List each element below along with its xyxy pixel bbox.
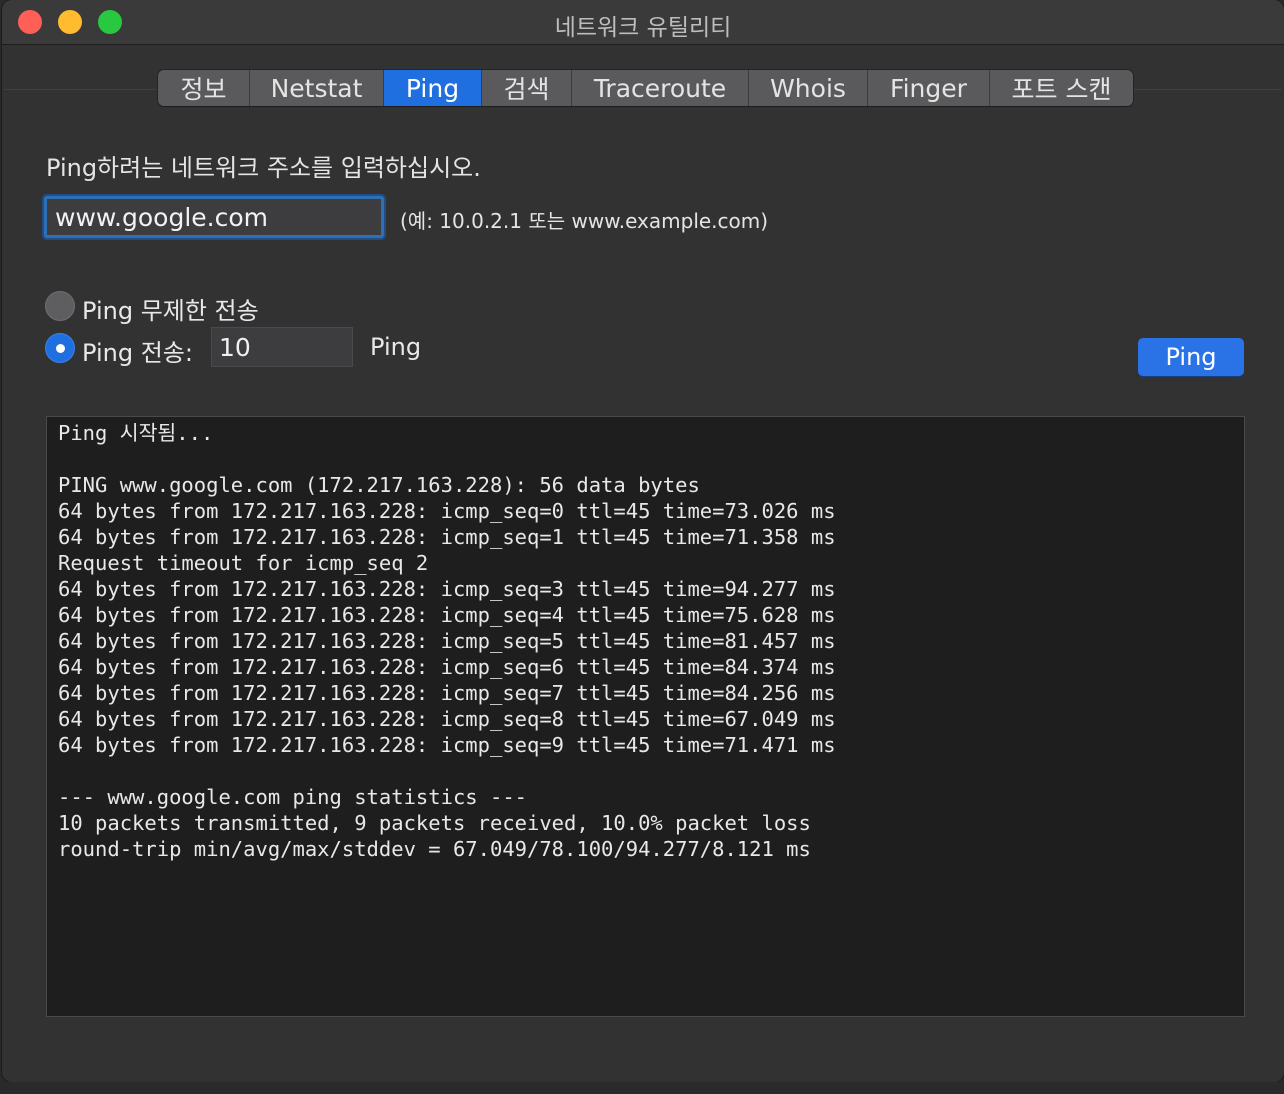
background-strip	[0, 1082, 1284, 1094]
tab-info[interactable]: 정보	[158, 70, 250, 106]
output-line: 64 bytes from 172.217.163.228: icmp_seq=…	[58, 629, 836, 653]
output-line: 64 bytes from 172.217.163.228: icmp_seq=…	[58, 603, 836, 627]
address-prompt-label: Ping하려는 네트워크 주소를 입력하십시오.	[46, 154, 481, 182]
output-line: 64 bytes from 172.217.163.228: icmp_seq=…	[58, 707, 836, 731]
output-line: 64 bytes from 172.217.163.228: icmp_seq=…	[58, 499, 836, 523]
unlimited-ping-label: Ping 무제한 전송	[82, 297, 259, 325]
tab-whois[interactable]: Whois	[749, 70, 868, 106]
unlimited-ping-radio[interactable]	[45, 291, 75, 321]
ping-output-area[interactable]: Ping 시작됨... PING www.google.com (172.217.…	[46, 416, 1245, 1017]
ping-count-suffix: Ping	[370, 333, 422, 361]
tab-traceroute[interactable]: Traceroute	[572, 70, 749, 106]
output-line: --- www.google.com ping statistics ---	[58, 785, 527, 809]
output-line: Request timeout for icmp_seq 2	[58, 551, 429, 575]
output-line: Ping 시작됨...	[58, 421, 214, 445]
output-line: 64 bytes from 172.217.163.228: icmp_seq=…	[58, 577, 836, 601]
tab-finger[interactable]: Finger	[868, 70, 990, 106]
output-line: round-trip min/avg/max/stddev = 67.049/7…	[58, 837, 811, 861]
output-line: 10 packets transmitted, 9 packets receiv…	[58, 811, 811, 835]
tab-netstat[interactable]: Netstat	[250, 70, 384, 106]
output-line: 64 bytes from 172.217.163.228: icmp_seq=…	[58, 681, 836, 705]
output-line: PING www.google.com (172.217.163.228): 5…	[58, 473, 700, 497]
count-ping-radio[interactable]	[45, 333, 75, 363]
tab-ping[interactable]: Ping	[384, 70, 482, 106]
count-ping-label: Ping 전송:	[82, 339, 193, 367]
output-line: 64 bytes from 172.217.163.228: icmp_seq=…	[58, 525, 836, 549]
window-title: 네트워크 유틸리티	[554, 15, 732, 41]
title-bar: 네트워크 유틸리티	[2, 0, 1284, 45]
address-hint: (예: 10.0.2.1 또는 www.example.com)	[400, 209, 769, 233]
address-input[interactable]	[44, 196, 384, 238]
tab-bar: 정보 Netstat Ping 검색 Traceroute Whois Fing…	[158, 70, 1133, 106]
output-line: 64 bytes from 172.217.163.228: icmp_seq=…	[58, 655, 836, 679]
output-line: 64 bytes from 172.217.163.228: icmp_seq=…	[58, 733, 836, 757]
tab-port-scan[interactable]: 포트 스캔	[990, 70, 1133, 106]
ping-count-input[interactable]	[211, 327, 353, 367]
ping-button[interactable]: Ping	[1138, 338, 1244, 376]
tab-lookup[interactable]: 검색	[482, 70, 572, 106]
